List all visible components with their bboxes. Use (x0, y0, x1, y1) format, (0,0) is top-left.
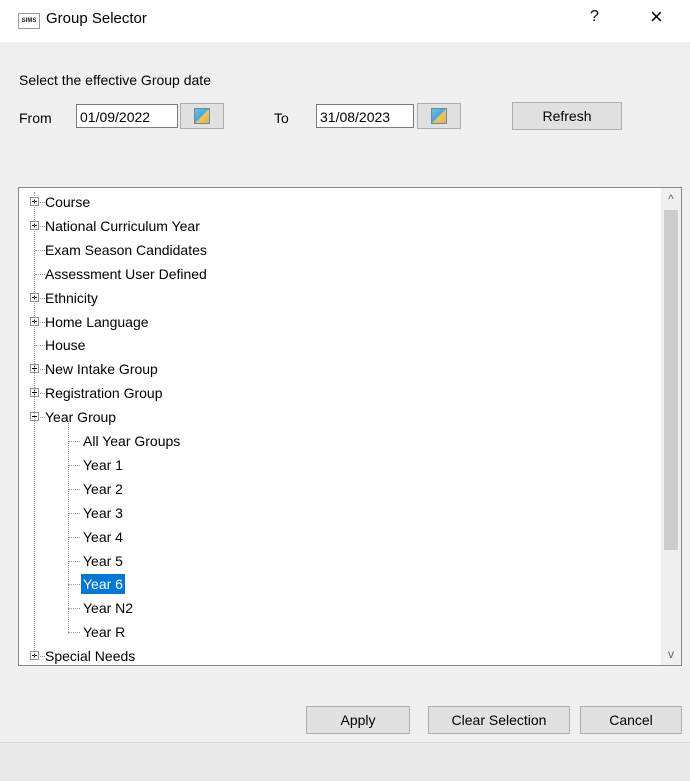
calendar-icon (431, 108, 447, 124)
tree-node[interactable]: House (19, 335, 659, 355)
clear-selection-button[interactable]: Clear Selection (428, 706, 570, 734)
tree-node-child[interactable]: Year 1 (19, 455, 659, 475)
tree-node-child[interactable]: Year 2 (19, 479, 659, 499)
title-bar: SIMS Group Selector ? × (0, 0, 690, 42)
vertical-scrollbar[interactable]: ^ v (661, 188, 681, 665)
tree-node-label[interactable]: New Intake Group (43, 359, 160, 379)
tree-root-line (34, 192, 35, 661)
tree-node-label[interactable]: Year N2 (81, 598, 135, 618)
tree-node-label[interactable]: Ethnicity (43, 288, 100, 308)
calendar-icon (194, 108, 210, 124)
tree-connector (68, 536, 80, 538)
apply-button[interactable]: Apply (306, 706, 410, 734)
scrollbar-thumb[interactable] (664, 210, 678, 550)
from-date-field[interactable]: 01/09/2022 (76, 104, 178, 128)
tree-node[interactable]: Exam Season Candidates (19, 240, 659, 260)
tree-node[interactable]: Special Needs (19, 646, 659, 665)
tree-node-child[interactable]: Year R (19, 622, 659, 642)
to-label: To (274, 110, 289, 126)
tree-node[interactable]: Course (19, 192, 659, 212)
tree-connector (68, 560, 80, 562)
tree-child-line (68, 423, 69, 635)
tree-node-label[interactable]: Year 5 (81, 551, 125, 571)
tree-node-label[interactable]: Registration Group (43, 383, 165, 403)
tree-node-label[interactable]: Year R (81, 622, 127, 642)
tree-node[interactable]: Ethnicity (19, 288, 659, 308)
tree-node-label[interactable]: Year 2 (81, 479, 125, 499)
tree-node[interactable]: Year Group (19, 407, 659, 427)
tree-node-label[interactable]: Year 4 (81, 527, 125, 547)
sims-app-icon: SIMS (18, 13, 40, 29)
scroll-down-arrow-icon[interactable]: v (661, 645, 681, 665)
tree-node-label[interactable]: Course (43, 192, 92, 212)
tree-node-child[interactable]: Year 5 (19, 551, 659, 571)
tree-node-label[interactable]: Year Group (43, 407, 118, 427)
tree-node-selected[interactable]: Year 6 (19, 574, 659, 595)
from-calendar-button[interactable] (180, 103, 224, 129)
tree-node-label[interactable]: Special Needs (43, 646, 137, 665)
tree-connector (68, 584, 80, 586)
tree-connector (68, 512, 80, 514)
tree-connector (68, 441, 80, 442)
tree-node-child[interactable]: All Year Groups (19, 431, 659, 451)
close-button[interactable]: × (650, 4, 663, 30)
tree-node-label[interactable]: National Curriculum Year (43, 216, 202, 236)
tree-connector (68, 464, 80, 466)
tree-node-label[interactable]: Year 6 (81, 574, 125, 595)
tree-node-label[interactable]: Exam Season Candidates (43, 240, 209, 260)
tree-node-label[interactable]: Year 1 (81, 455, 125, 475)
refresh-button[interactable]: Refresh (512, 102, 622, 130)
tree-node-child[interactable]: Year N2 (19, 598, 659, 618)
group-tree[interactable]: Course National Curriculum Year Exam Seaso… (18, 187, 682, 666)
tree-node-label[interactable]: All Year Groups (81, 431, 182, 451)
tree-node[interactable]: Assessment User Defined (19, 264, 659, 284)
to-date-field[interactable]: 31/08/2023 (316, 104, 414, 128)
tree-node[interactable]: National Curriculum Year (19, 216, 659, 236)
tree-connector (68, 632, 80, 634)
tree-connector (68, 488, 80, 490)
date-instruction: Select the effective Group date (19, 72, 211, 88)
from-label: From (19, 110, 52, 126)
tree-node-label[interactable]: Year 3 (81, 503, 125, 523)
status-bar (0, 742, 690, 781)
scroll-up-arrow-icon[interactable]: ^ (661, 188, 681, 208)
help-button[interactable]: ? (590, 8, 599, 26)
tree-node-label[interactable]: Home Language (43, 312, 151, 332)
tree-node-child[interactable]: Year 3 (19, 503, 659, 523)
tree-node-label[interactable]: House (43, 335, 87, 355)
to-calendar-button[interactable] (417, 103, 461, 129)
tree-node-label[interactable]: Assessment User Defined (43, 264, 209, 284)
tree-node[interactable]: Home Language (19, 312, 659, 332)
tree-node[interactable]: Registration Group (19, 383, 659, 403)
tree-node[interactable]: New Intake Group (19, 359, 659, 379)
window-title: Group Selector (46, 10, 147, 27)
tree-connector (68, 608, 80, 610)
cancel-button[interactable]: Cancel (580, 706, 682, 734)
tree-node-child[interactable]: Year 4 (19, 527, 659, 547)
